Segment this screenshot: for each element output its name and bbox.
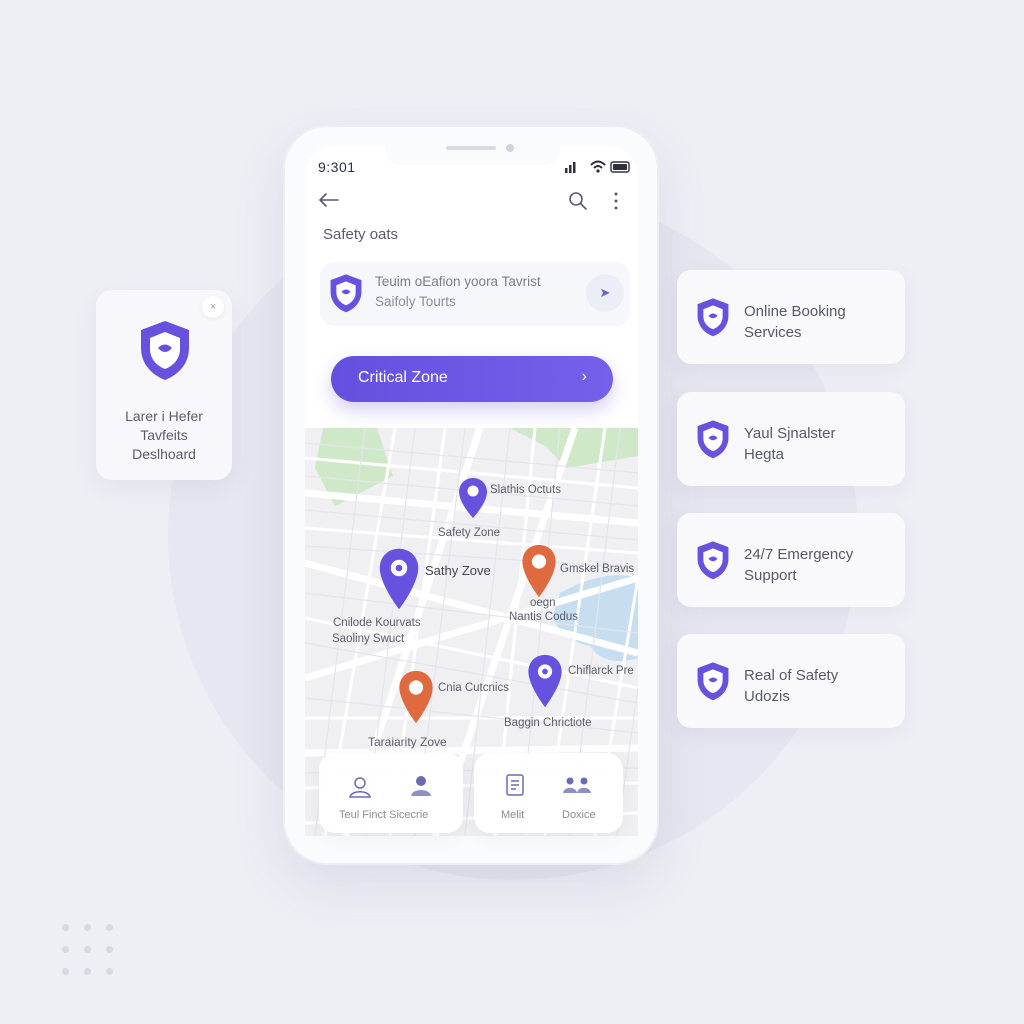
feature-card-2[interactable]: Yaul Sjnalster Hegta (677, 392, 905, 486)
map-label: Sathy Zove (425, 563, 491, 578)
location-pin-icon[interactable] (377, 545, 421, 613)
location-pin-icon[interactable] (526, 651, 564, 711)
location-pin-icon[interactable] (457, 476, 489, 520)
card-text-line-3: Deslhoard (132, 446, 196, 462)
feature-card-emergency-support[interactable]: 24/7 Emergency Support (677, 513, 905, 607)
feature-card-safety-updates[interactable]: Real of Safety Udozis (677, 634, 905, 728)
chevron-right-icon: › (581, 368, 587, 385)
map-label: Safety Zone (438, 527, 501, 539)
back-arrow-icon[interactable] (318, 192, 340, 208)
feature-title: Online Booking Services (744, 303, 846, 341)
map-label: Cnia Cutcnics (438, 682, 509, 694)
tour-info-card[interactable]: Teuim oEafion yoora Tavrist Saifoly Tour… (320, 262, 630, 326)
tour-card-title: Teuim oEafion yoora Tavrist (375, 274, 541, 289)
map-label: Cnilode Kourvats (333, 617, 421, 629)
location-pin-icon[interactable] (397, 667, 435, 727)
card-text-line-1: Larer i Hefer (125, 408, 203, 424)
feature-title: Yaul Sjnalster Hegta (744, 425, 836, 463)
shield-icon (330, 274, 362, 313)
tab-label: Teul Finct Sicecrie (339, 809, 429, 821)
bottom-tab-group-left[interactable]: Teul Finct Sicecrie (319, 753, 463, 833)
status-time: 9:301 (318, 159, 356, 175)
decorative-dots (62, 924, 122, 984)
shield-icon (697, 420, 729, 459)
close-icon[interactable]: × (202, 296, 224, 318)
map-label: oegn (530, 597, 556, 609)
map-label: Baggin Chrictiote (504, 717, 592, 729)
map-label: Gmskel Bravis (560, 563, 635, 575)
person-icon[interactable] (347, 775, 373, 799)
phone-camera (506, 144, 514, 152)
document-icon[interactable] (504, 773, 526, 799)
map-label: Nantis Codus (509, 611, 579, 623)
map-label: Saoliny Swuct (332, 633, 405, 645)
chevron-right-icon[interactable]: ➤ (586, 274, 624, 312)
shield-icon (697, 541, 729, 580)
safety-dashboard-card[interactable]: × Larer i Hefer Tavfeits Deslhoard (96, 290, 232, 480)
shield-icon (141, 321, 189, 380)
critical-zone-button[interactable]: Critical Zone › (331, 356, 613, 402)
feature-title: Real of Safety Udozis (744, 667, 839, 705)
more-vertical-icon[interactable] (612, 191, 620, 211)
location-pin-icon[interactable] (520, 541, 558, 601)
tab-label: Doxice (562, 809, 596, 821)
bottom-tab-group-right[interactable]: Melit Doxice (474, 753, 623, 833)
screen-title: Safety oats (323, 226, 399, 243)
phone-speaker (446, 146, 496, 150)
group-icon[interactable] (562, 775, 592, 797)
tour-card-subtitle: Saifoly Tourts (375, 294, 456, 309)
map-label: Chiflarck Pre (568, 665, 634, 677)
feature-card-online-booking[interactable]: Online Booking Services (677, 270, 905, 364)
map-label: Slathis Octuts (490, 484, 561, 496)
tab-label: Melit (501, 809, 525, 821)
critical-zone-label: Critical Zone (358, 369, 448, 386)
shield-icon (697, 298, 729, 337)
feature-title: 24/7 Emergency Support (744, 546, 854, 584)
card-text-line-2: Tavfeits (140, 427, 188, 443)
status-icons (565, 160, 630, 173)
shield-icon (697, 662, 729, 701)
search-icon[interactable] (568, 191, 588, 211)
map-label: Taraiarity Zove (368, 735, 447, 749)
person-icon[interactable] (408, 774, 434, 798)
